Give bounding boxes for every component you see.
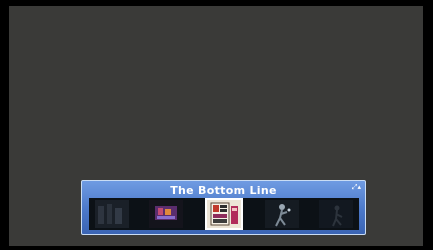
scene-selector-bar: The Bottom Line ⤢▴ — [81, 180, 366, 235]
silhouette-thumbnail[interactable] — [319, 200, 353, 228]
colorful-stage-thumbnail[interactable] — [149, 200, 183, 228]
scene-title: The Bottom Line — [170, 184, 277, 197]
thumbnail-strip — [89, 198, 359, 230]
dark-figures-thumbnail[interactable] — [95, 200, 129, 228]
dancer-thumbnail[interactable] — [265, 200, 299, 228]
collapse-icon[interactable]: ⤢▴ — [352, 183, 361, 192]
selected-pictogram-thumbnail[interactable] — [205, 198, 243, 230]
screen: The Bottom Line ⤢▴ — [0, 0, 433, 250]
